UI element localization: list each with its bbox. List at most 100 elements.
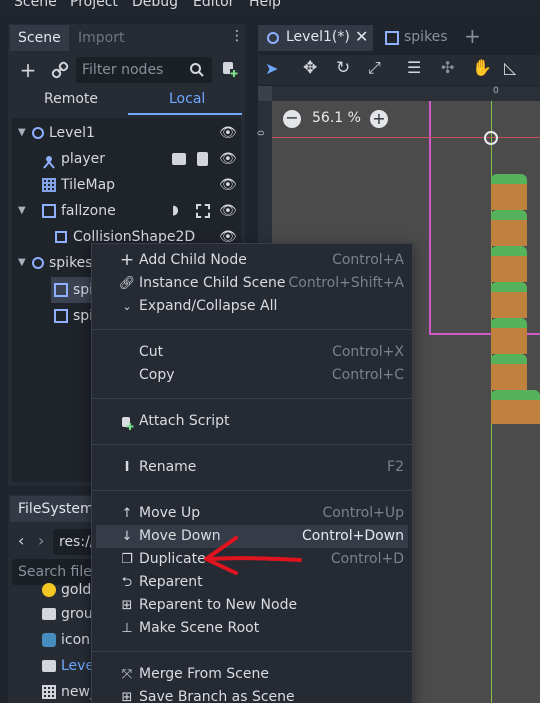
chevron-down-icon[interactable]: ▼ bbox=[18, 120, 26, 146]
back-arrow-icon[interactable]: ‹ bbox=[18, 531, 24, 550]
menu-merge-from-scene[interactable]: ⤧ Merge From Scene bbox=[92, 663, 412, 686]
tree-row-fallzone[interactable]: ▼ fallzone ◗ 👁 bbox=[12, 198, 241, 224]
pivot-icon[interactable]: ✣ bbox=[441, 58, 454, 77]
visibility-eye-icon[interactable]: 👁 bbox=[219, 198, 237, 224]
menu-item-label: Cut bbox=[139, 344, 164, 360]
menu-item-shortcut: Control+A bbox=[332, 252, 404, 268]
rotate-tool-icon[interactable]: ↻ bbox=[336, 58, 350, 78]
merge-icon: ⤧ bbox=[121, 667, 133, 682]
menu-save-branch-as-scene[interactable]: ⊞ Save Branch as Scene bbox=[92, 686, 412, 703]
menu-attach-script[interactable]: Attach Script bbox=[92, 410, 412, 433]
godot-icon bbox=[42, 633, 56, 647]
visibility-eye-icon[interactable]: 👁 bbox=[219, 120, 237, 146]
annotation-arrow-icon bbox=[204, 536, 302, 575]
rename-icon: I bbox=[124, 460, 130, 475]
menu-item-label: Make Scene Root bbox=[139, 620, 260, 636]
origin-crosshair-icon bbox=[484, 131, 498, 145]
close-icon[interactable]: ✕ bbox=[355, 27, 368, 46]
visibility-eye-icon[interactable]: 👁 bbox=[219, 146, 237, 172]
menu-separator bbox=[92, 444, 412, 445]
tab-level1[interactable]: Level1(*) ✕ bbox=[258, 25, 373, 51]
scene-root-icon: ⊥ bbox=[121, 621, 133, 636]
menu-move-up[interactable]: ↑ Move Up Control+Up bbox=[92, 502, 412, 525]
scene-icon bbox=[42, 660, 56, 672]
tab-label: Level1(*) bbox=[286, 29, 350, 45]
save-branch-icon: ⊞ bbox=[121, 690, 133, 703]
coin-icon bbox=[42, 583, 56, 597]
menu-item-label: Instance Child Scene bbox=[139, 275, 286, 291]
menu-copy[interactable]: Copy Control+C bbox=[92, 364, 412, 387]
menu-debug[interactable]: Debug bbox=[132, 0, 178, 10]
tree-row-player[interactable]: player 👁 bbox=[12, 146, 241, 172]
menu-help[interactable]: Help bbox=[249, 0, 281, 10]
tree-row-level1[interactable]: ▼ Level1 👁 bbox=[12, 120, 241, 146]
tile-column bbox=[491, 174, 540, 424]
search-icon bbox=[189, 62, 205, 78]
add-node-icon[interactable]: + bbox=[18, 58, 38, 82]
pan-tool-icon[interactable]: ✋ bbox=[472, 58, 492, 77]
menu-editor[interactable]: Editor bbox=[193, 0, 234, 10]
menu-separator bbox=[92, 490, 412, 491]
move-tool-icon[interactable]: ✥ bbox=[303, 58, 317, 78]
ruler-zero-label-vertical: 0 bbox=[256, 130, 267, 136]
x-axis-line bbox=[272, 137, 540, 138]
link-icon: 🔗︎ bbox=[118, 276, 136, 291]
tab-import[interactable]: Import bbox=[70, 25, 132, 51]
arrow-down-icon: ↓ bbox=[121, 529, 133, 544]
menu-rename[interactable]: I Rename F2 bbox=[92, 456, 412, 479]
menu-item-shortcut: F2 bbox=[387, 459, 404, 475]
menu-scene[interactable]: Scene bbox=[14, 0, 57, 10]
collision-shape-icon bbox=[55, 231, 67, 243]
open-scene-icon[interactable] bbox=[172, 153, 186, 165]
chevron-down-icon[interactable]: ▼ bbox=[18, 250, 26, 276]
menu-expand-collapse-all[interactable]: ⌄ Expand/Collapse All bbox=[92, 295, 412, 318]
menu-item-shortcut: Control+Shift+A bbox=[288, 275, 404, 291]
ruler-zero-label: 0 bbox=[493, 86, 499, 96]
node2d-icon bbox=[267, 32, 279, 44]
menu-make-scene-root[interactable]: ⊥ Make Scene Root bbox=[92, 617, 412, 640]
add-tab-icon[interactable]: + bbox=[464, 24, 481, 48]
dock-menu-icon[interactable]: ⋮ bbox=[230, 28, 244, 44]
forward-arrow-icon[interactable]: › bbox=[38, 531, 44, 550]
area2d-icon bbox=[42, 204, 56, 218]
script-add-icon bbox=[120, 415, 134, 430]
scale-tool-icon[interactable]: ⤢ bbox=[368, 58, 381, 78]
tree-item-label: TileMap bbox=[61, 177, 116, 193]
zoom-in-icon[interactable]: + bbox=[370, 110, 388, 128]
area2d-icon bbox=[54, 309, 68, 323]
menu-reparent-to-new-node[interactable]: ⊞ Reparent to New Node bbox=[92, 594, 412, 617]
zoom-out-icon[interactable]: − bbox=[283, 110, 301, 128]
tab-spikes[interactable]: spikes bbox=[380, 25, 460, 51]
menu-item-label: Reparent bbox=[139, 574, 203, 590]
script-icon[interactable] bbox=[197, 152, 208, 166]
group-icon[interactable] bbox=[196, 204, 210, 218]
visibility-eye-icon[interactable]: 👁 bbox=[219, 172, 237, 198]
tab-filesystem[interactable]: FileSystem bbox=[10, 496, 102, 522]
kinematic-body-icon bbox=[42, 152, 56, 169]
menu-cut[interactable]: Cut Control+X bbox=[92, 341, 412, 364]
signal-icon[interactable]: ◗ bbox=[172, 198, 179, 224]
area2d-icon bbox=[54, 283, 68, 297]
menu-add-child-node[interactable]: + Add Child Node Control+A bbox=[92, 249, 412, 272]
list-select-icon[interactable]: ☰ bbox=[407, 58, 421, 77]
remote-tab[interactable]: Remote bbox=[44, 91, 98, 107]
local-tab[interactable]: Local bbox=[169, 91, 205, 107]
ruler-tool-icon[interactable]: ◺ bbox=[504, 58, 516, 77]
menu-bar: Scene Project Debug Editor Help bbox=[0, 0, 540, 14]
menu-separator bbox=[92, 398, 412, 399]
menu-project[interactable]: Project bbox=[70, 0, 118, 10]
tree-row-tilemap[interactable]: TileMap 👁 bbox=[12, 172, 241, 198]
local-tab-indicator bbox=[128, 113, 242, 115]
menu-item-shortcut: Control+Up bbox=[322, 505, 404, 521]
script-add-icon[interactable] bbox=[220, 60, 238, 78]
chevron-down-icon[interactable]: ▼ bbox=[18, 198, 26, 224]
reparent-new-icon: ⊞ bbox=[121, 598, 133, 613]
duplicate-icon: ❐ bbox=[121, 552, 133, 567]
tab-scene[interactable]: Scene bbox=[10, 25, 69, 51]
chevron-down-icon: ⌄ bbox=[122, 300, 132, 313]
select-tool-icon[interactable]: ➤ bbox=[265, 59, 278, 78]
menu-instance-child-scene[interactable]: 🔗︎ Instance Child Scene Control+Shift+A bbox=[92, 272, 412, 295]
link-icon[interactable] bbox=[50, 60, 70, 80]
tileset-icon bbox=[42, 685, 56, 699]
zoom-level[interactable]: 56.1 % bbox=[312, 110, 361, 126]
